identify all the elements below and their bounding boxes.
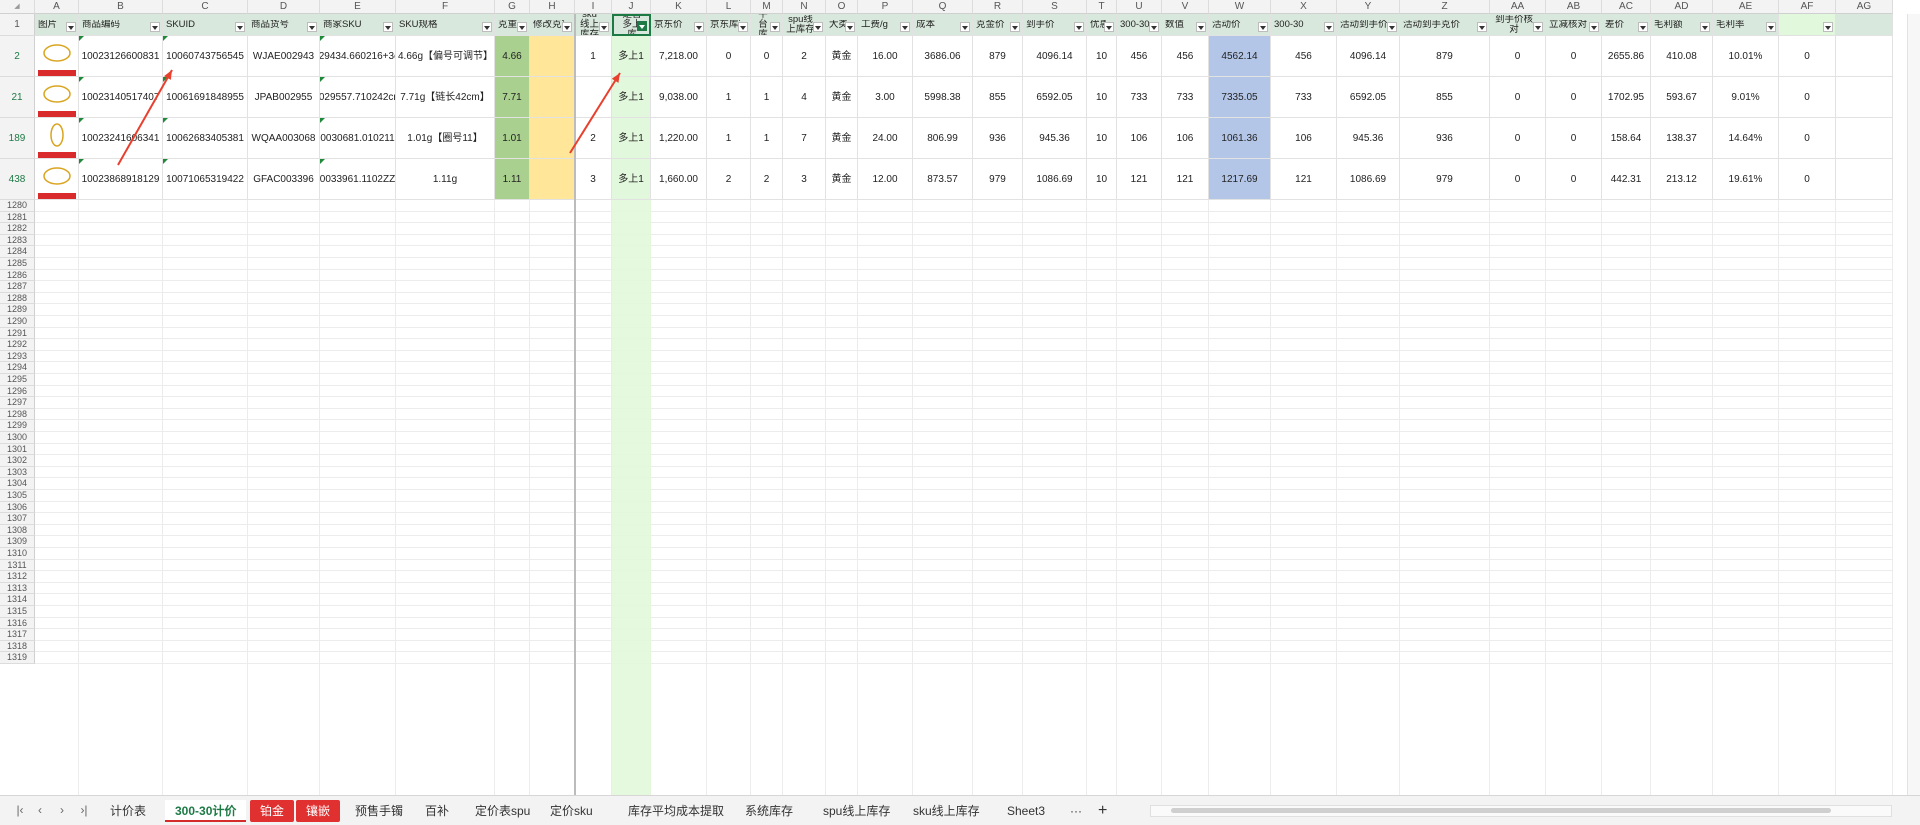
row-header[interactable]: 1295 — [0, 374, 35, 386]
row-header[interactable]: 1319 — [0, 652, 35, 664]
horizontal-scrollbar[interactable] — [1150, 805, 1892, 817]
sheet-tab-bar: |‹ ‹ › ›| 计价表 300-30计价 铂金 镶嵌 预售手镯 百补 定价表spu 定价sku 库存… — [0, 795, 1920, 825]
empty-grid-row[interactable] — [35, 525, 1893, 537]
empty-grid-row[interactable] — [35, 629, 1893, 641]
row-header[interactable]: 1302 — [0, 455, 35, 467]
empty-grid-row[interactable] — [35, 397, 1893, 409]
row-header[interactable]: 1299 — [0, 420, 35, 432]
sheet-tab[interactable]: sku线上库存 — [903, 800, 990, 822]
row-header[interactable]: 1313 — [0, 582, 35, 595]
row-header[interactable]: 1311 — [0, 559, 35, 572]
empty-grid-row[interactable] — [35, 513, 1893, 525]
row-header[interactable]: 1312 — [0, 571, 35, 583]
empty-grid-row[interactable] — [35, 478, 1893, 490]
sheet-tab[interactable]: 300-30计价 — [165, 800, 247, 822]
row-header[interactable]: 1315 — [0, 606, 35, 618]
row-header[interactable]: 1291 — [0, 327, 35, 340]
row-header[interactable]: 1304 — [0, 478, 35, 490]
annotation-arrows — [117, 69, 621, 166]
empty-grid-row[interactable] — [35, 571, 1893, 583]
sheet-tab[interactable]: 系统库存 — [735, 800, 803, 822]
sheet-tab[interactable]: 定价sku — [540, 800, 603, 822]
row-header[interactable]: 1296 — [0, 385, 35, 398]
row-header[interactable]: 1297 — [0, 397, 35, 409]
empty-grid-row[interactable] — [35, 420, 1893, 432]
row-header[interactable]: 1290 — [0, 316, 35, 328]
empty-grid-row[interactable] — [35, 548, 1893, 560]
row-header[interactable]: 1300 — [0, 432, 35, 444]
row-header[interactable]: 1298 — [0, 408, 35, 421]
empty-grid-row[interactable] — [35, 467, 1893, 479]
row-header[interactable]: 1305 — [0, 490, 35, 502]
next-sheet-icon[interactable]: › — [54, 802, 70, 818]
empty-grid-row[interactable] — [35, 374, 1893, 386]
empty-grid-row[interactable] — [35, 362, 1893, 374]
empty-grid-row[interactable] — [35, 339, 1893, 351]
scrollbar-thumb[interactable] — [1171, 808, 1831, 813]
first-sheet-icon[interactable]: |‹ — [12, 802, 28, 818]
empty-grid-row[interactable] — [35, 432, 1893, 444]
empty-grid-row[interactable] — [35, 455, 1893, 467]
spreadsheet-grid[interactable]: ◢ A B C D E F G H I J K L M N O P Q R S T U V W X Y Z AA AB AC AD AE AF A… — [0, 0, 1920, 795]
empty-grid-row[interactable] — [35, 386, 1893, 398]
sheet-tab[interactable]: Sheet3 — [997, 800, 1055, 822]
row-header[interactable]: 1308 — [0, 524, 35, 537]
sheet-tab[interactable]: 定价表spu — [465, 800, 540, 822]
row-header[interactable]: 1303 — [0, 466, 35, 479]
add-sheet-button[interactable]: + — [1088, 800, 1117, 822]
empty-grid-row[interactable] — [35, 490, 1893, 502]
empty-grid-row[interactable] — [35, 641, 1893, 653]
empty-grid-row[interactable] — [35, 328, 1893, 340]
red-arrow-icon — [569, 72, 621, 154]
sheet-tab[interactable]: 铂金 — [250, 800, 295, 822]
empty-grid-row[interactable] — [35, 560, 1893, 572]
empty-grid-row[interactable] — [35, 502, 1893, 514]
row-header[interactable]: 1316 — [0, 617, 35, 630]
row-header[interactable]: 1293 — [0, 350, 35, 363]
empty-grid-row[interactable] — [35, 583, 1893, 595]
empty-grid-row[interactable] — [35, 351, 1893, 363]
prev-sheet-icon[interactable]: ‹ — [32, 802, 48, 818]
sheet-tab[interactable]: 预售手镯 — [345, 800, 413, 822]
sheet-tab[interactable]: 库存平均成本提取 — [618, 800, 734, 822]
row-header[interactable]: 1292 — [0, 339, 35, 351]
row-header[interactable]: 1307 — [0, 513, 35, 525]
row-header[interactable]: 1318 — [0, 640, 35, 653]
row-header[interactable]: 1310 — [0, 548, 35, 560]
row-header[interactable]: 1294 — [0, 362, 35, 374]
row-header[interactable]: 1301 — [0, 443, 35, 456]
row-header[interactable]: 1317 — [0, 629, 35, 641]
sheet-tab[interactable]: 计价表 — [100, 800, 156, 822]
row-header[interactable]: 1309 — [0, 536, 35, 548]
sheet-tab[interactable]: 百补 — [415, 800, 459, 822]
empty-grid-row[interactable] — [35, 606, 1893, 618]
red-arrow-icon — [117, 69, 173, 166]
empty-grid-row[interactable] — [35, 536, 1893, 548]
row-header[interactable]: 1314 — [0, 594, 35, 606]
empty-grid-row[interactable] — [35, 618, 1893, 630]
empty-grid-row[interactable] — [35, 409, 1893, 421]
row-header[interactable]: 1306 — [0, 501, 35, 514]
last-sheet-icon[interactable]: ›| — [76, 802, 92, 818]
empty-grid-row[interactable] — [35, 316, 1893, 328]
row-header[interactable]: 1289 — [0, 304, 35, 316]
empty-grid-row[interactable] — [35, 594, 1893, 606]
empty-grid-row[interactable] — [35, 652, 1893, 664]
empty-grid-row[interactable] — [35, 304, 1893, 316]
sheet-tab[interactable]: spu线上库存 — [813, 800, 900, 822]
sheet-tab[interactable]: 镶嵌 — [296, 800, 341, 822]
empty-grid-row[interactable] — [35, 444, 1893, 456]
